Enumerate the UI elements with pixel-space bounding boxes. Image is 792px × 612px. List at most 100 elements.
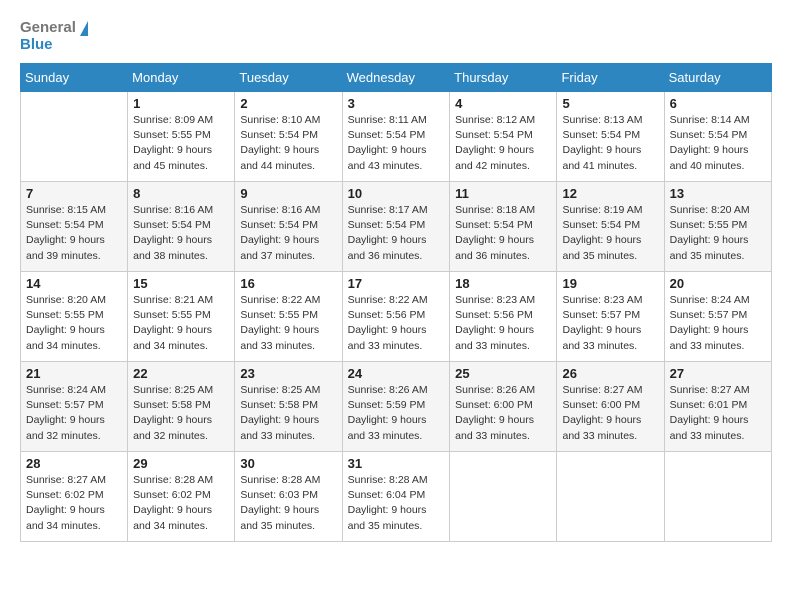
day-number-6: 6 (670, 96, 766, 111)
calendar-cell-2: 2 Sunrise: 8:10 AM Sunset: 5:54 PM Daylig… (235, 92, 342, 182)
calendar-cell-23: 23 Sunrise: 8:25 AM Sunset: 5:58 PM Dayli… (235, 362, 342, 452)
day-number-25: 25 (455, 366, 551, 381)
calendar-cell-10: 10Sunrise: 8:17 AM Sunset: 5:54 PM Dayli… (342, 182, 450, 272)
calendar-cell-4: 4 Sunrise: 8:12 AM Sunset: 5:54 PM Daylig… (450, 92, 557, 182)
day-number-29: 29 (133, 456, 229, 471)
calendar-cell-25: 25 Sunrise: 8:26 AM Sunset: 6:00 PM Dayli… (450, 362, 557, 452)
calendar-cell-26: 26 Sunrise: 8:27 AM Sunset: 6:00 PM Dayli… (557, 362, 664, 452)
day-number-31: 31 (348, 456, 445, 471)
day-number-2: 2 (240, 96, 336, 111)
day-number-4: 4 (455, 96, 551, 111)
calendar-cell-5: 5 Sunrise: 8:13 AM Sunset: 5:54 PM Daylig… (557, 92, 664, 182)
day-info-29: Sunrise: 8:28 AM Sunset: 6:02 PM Dayligh… (133, 473, 229, 534)
day-info-13: Sunrise: 8:20 AM Sunset: 5:55 PM Dayligh… (670, 203, 766, 264)
calendar-cell-7: 7 Sunrise: 8:15 AM Sunset: 5:54 PM Daylig… (21, 182, 128, 272)
calendar-cell-21: 21Sunrise: 8:24 AM Sunset: 5:57 PM Dayli… (21, 362, 128, 452)
calendar-cell-1: 1Sunrise: 8:09 AM Sunset: 5:55 PM Daylig… (128, 92, 235, 182)
calendar-body: 1Sunrise: 8:09 AM Sunset: 5:55 PM Daylig… (21, 92, 772, 542)
day-info-11: Sunrise: 8:18 AM Sunset: 5:54 PM Dayligh… (455, 203, 551, 264)
day-info-26: Sunrise: 8:27 AM Sunset: 6:00 PM Dayligh… (562, 383, 658, 444)
day-info-2: Sunrise: 8:10 AM Sunset: 5:54 PM Dayligh… (240, 113, 336, 174)
day-info-28: Sunrise: 8:27 AM Sunset: 6:02 PM Dayligh… (26, 473, 122, 534)
day-info-3: Sunrise: 8:11 AM Sunset: 5:54 PM Dayligh… (348, 113, 445, 174)
day-number-14: 14 (26, 276, 122, 291)
day-number-12: 12 (562, 186, 658, 201)
calendar-week-2: 7 Sunrise: 8:15 AM Sunset: 5:54 PM Daylig… (21, 182, 772, 272)
calendar-cell-8: 8 Sunrise: 8:16 AM Sunset: 5:54 PM Daylig… (128, 182, 235, 272)
day-number-23: 23 (240, 366, 336, 381)
day-number-3: 3 (348, 96, 445, 111)
day-info-14: Sunrise: 8:20 AM Sunset: 5:55 PM Dayligh… (26, 293, 122, 354)
day-number-30: 30 (240, 456, 336, 471)
empty-cell (557, 452, 664, 542)
day-info-27: Sunrise: 8:27 AM Sunset: 6:01 PM Dayligh… (670, 383, 766, 444)
day-number-8: 8 (133, 186, 229, 201)
day-number-11: 11 (455, 186, 551, 201)
day-number-13: 13 (670, 186, 766, 201)
calendar-cell-9: 9Sunrise: 8:16 AM Sunset: 5:54 PM Daylig… (235, 182, 342, 272)
day-info-15: Sunrise: 8:21 AM Sunset: 5:55 PM Dayligh… (133, 293, 229, 354)
day-info-7: Sunrise: 8:15 AM Sunset: 5:54 PM Dayligh… (26, 203, 122, 264)
logo-triangle (80, 21, 88, 36)
calendar-cell-28: 28 Sunrise: 8:27 AM Sunset: 6:02 PM Dayli… (21, 452, 128, 542)
page-header: General Blue (20, 20, 772, 53)
day-info-4: Sunrise: 8:12 AM Sunset: 5:54 PM Dayligh… (455, 113, 551, 174)
day-info-8: Sunrise: 8:16 AM Sunset: 5:54 PM Dayligh… (133, 203, 229, 264)
empty-cell (450, 452, 557, 542)
day-info-18: Sunrise: 8:23 AM Sunset: 5:56 PM Dayligh… (455, 293, 551, 354)
day-header-sunday: Sunday (21, 64, 128, 92)
calendar-cell-12: 12 Sunrise: 8:19 AM Sunset: 5:54 PM Dayli… (557, 182, 664, 272)
day-info-17: Sunrise: 8:22 AM Sunset: 5:56 PM Dayligh… (348, 293, 445, 354)
day-info-23: Sunrise: 8:25 AM Sunset: 5:58 PM Dayligh… (240, 383, 336, 444)
day-header-thursday: Thursday (450, 64, 557, 92)
day-info-20: Sunrise: 8:24 AM Sunset: 5:57 PM Dayligh… (670, 293, 766, 354)
day-number-26: 26 (562, 366, 658, 381)
calendar-cell-31: 31Sunrise: 8:28 AM Sunset: 6:04 PM Dayli… (342, 452, 450, 542)
day-info-5: Sunrise: 8:13 AM Sunset: 5:54 PM Dayligh… (562, 113, 658, 174)
calendar-cell-29: 29 Sunrise: 8:28 AM Sunset: 6:02 PM Dayli… (128, 452, 235, 542)
calendar-cell-14: 14 Sunrise: 8:20 AM Sunset: 5:55 PM Dayli… (21, 272, 128, 362)
day-info-19: Sunrise: 8:23 AM Sunset: 5:57 PM Dayligh… (562, 293, 658, 354)
calendar-cell-13: 13 Sunrise: 8:20 AM Sunset: 5:55 PM Dayli… (664, 182, 771, 272)
calendar-week-4: 21Sunrise: 8:24 AM Sunset: 5:57 PM Dayli… (21, 362, 772, 452)
day-number-15: 15 (133, 276, 229, 291)
day-number-28: 28 (26, 456, 122, 471)
calendar-week-1: 1Sunrise: 8:09 AM Sunset: 5:55 PM Daylig… (21, 92, 772, 182)
calendar-cell-6: 6 Sunrise: 8:14 AM Sunset: 5:54 PM Daylig… (664, 92, 771, 182)
logo-general: General (20, 20, 76, 37)
calendar-cell-18: 18Sunrise: 8:23 AM Sunset: 5:56 PM Dayli… (450, 272, 557, 362)
day-header-friday: Friday (557, 64, 664, 92)
day-info-6: Sunrise: 8:14 AM Sunset: 5:54 PM Dayligh… (670, 113, 766, 174)
calendar-cell-24: 24 Sunrise: 8:26 AM Sunset: 5:59 PM Dayli… (342, 362, 450, 452)
day-number-5: 5 (562, 96, 658, 111)
day-number-22: 22 (133, 366, 229, 381)
day-info-12: Sunrise: 8:19 AM Sunset: 5:54 PM Dayligh… (562, 203, 658, 264)
day-info-24: Sunrise: 8:26 AM Sunset: 5:59 PM Dayligh… (348, 383, 445, 444)
empty-cell (664, 452, 771, 542)
calendar-week-3: 14 Sunrise: 8:20 AM Sunset: 5:55 PM Dayli… (21, 272, 772, 362)
day-header-saturday: Saturday (664, 64, 771, 92)
day-number-7: 7 (26, 186, 122, 201)
calendar-cell-30: 30Sunrise: 8:28 AM Sunset: 6:03 PM Dayli… (235, 452, 342, 542)
calendar-cell-27: 27 Sunrise: 8:27 AM Sunset: 6:01 PM Dayli… (664, 362, 771, 452)
day-number-24: 24 (348, 366, 445, 381)
empty-cell (21, 92, 128, 182)
day-number-17: 17 (348, 276, 445, 291)
calendar-header-row: SundayMondayTuesdayWednesdayThursdayFrid… (21, 64, 772, 92)
calendar-cell-11: 11 Sunrise: 8:18 AM Sunset: 5:54 PM Dayli… (450, 182, 557, 272)
calendar-cell-19: 19Sunrise: 8:23 AM Sunset: 5:57 PM Dayli… (557, 272, 664, 362)
day-header-tuesday: Tuesday (235, 64, 342, 92)
day-number-27: 27 (670, 366, 766, 381)
calendar-cell-15: 15 Sunrise: 8:21 AM Sunset: 5:55 PM Dayli… (128, 272, 235, 362)
day-info-1: Sunrise: 8:09 AM Sunset: 5:55 PM Dayligh… (133, 113, 229, 174)
calendar-cell-16: 16Sunrise: 8:22 AM Sunset: 5:55 PM Dayli… (235, 272, 342, 362)
calendar-cell-3: 3 Sunrise: 8:11 AM Sunset: 5:54 PM Daylig… (342, 92, 450, 182)
day-number-20: 20 (670, 276, 766, 291)
day-number-9: 9 (240, 186, 336, 201)
calendar-cell-22: 22Sunrise: 8:25 AM Sunset: 5:58 PM Dayli… (128, 362, 235, 452)
day-info-25: Sunrise: 8:26 AM Sunset: 6:00 PM Dayligh… (455, 383, 551, 444)
calendar-table: SundayMondayTuesdayWednesdayThursdayFrid… (20, 63, 772, 542)
calendar-cell-20: 20 Sunrise: 8:24 AM Sunset: 5:57 PM Dayli… (664, 272, 771, 362)
day-info-10: Sunrise: 8:17 AM Sunset: 5:54 PM Dayligh… (348, 203, 445, 264)
calendar-week-5: 28 Sunrise: 8:27 AM Sunset: 6:02 PM Dayli… (21, 452, 772, 542)
